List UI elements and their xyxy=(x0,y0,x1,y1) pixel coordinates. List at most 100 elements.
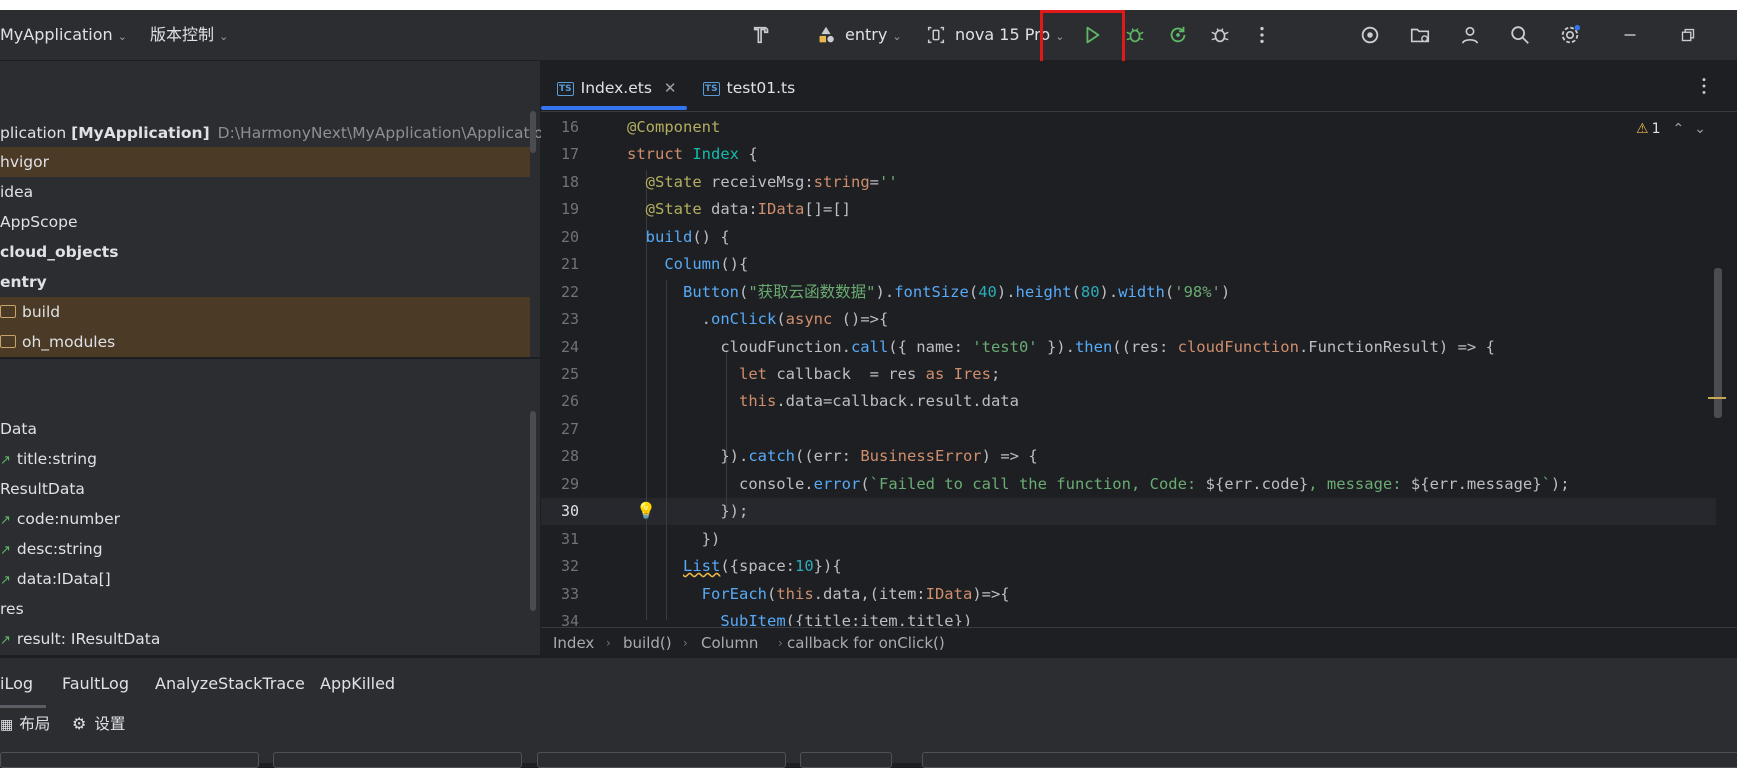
settings-button[interactable]: ⚙ 设置 xyxy=(72,708,125,740)
filter-field[interactable] xyxy=(273,752,522,768)
line-number: 22 xyxy=(560,283,579,301)
code-line-28: }).catch((err: BusinessError) => { xyxy=(627,447,1038,465)
structure-item-label: Data xyxy=(0,420,38,438)
editor-tabs: TS Index.ets ✕ TS test01.ts xyxy=(541,61,1737,112)
structure-item[interactable]: Data xyxy=(0,414,530,444)
more-vertical-icon[interactable] xyxy=(1692,74,1716,98)
hammer-icon[interactable] xyxy=(750,23,774,47)
structure-item[interactable]: res xyxy=(0,594,530,624)
structure-item[interactable]: ↗ data:IData[] xyxy=(0,564,530,594)
tree-item-idea[interactable]: idea xyxy=(0,177,530,207)
breadcrumb-separator-icon: › xyxy=(606,636,611,650)
attach-debugger-icon[interactable] xyxy=(1208,23,1232,47)
tab-index-ets[interactable]: TS Index.ets ✕ xyxy=(557,61,677,111)
tab-label: test01.ts xyxy=(726,79,796,97)
line-number-gutter: 16 17 18 19 20 21 22 23 24 25 26 27 28 2… xyxy=(541,112,611,630)
structure-scrollbar[interactable] xyxy=(530,411,536,611)
filter-field[interactable] xyxy=(0,752,259,768)
tab-analyze-stack-trace[interactable]: AnalyzeStackTrace xyxy=(155,666,305,702)
chevron-down-icon: ⌄ xyxy=(219,30,229,43)
filter-field[interactable] xyxy=(537,752,786,768)
close-icon[interactable]: ✕ xyxy=(664,79,677,97)
tree-item-entry[interactable]: entry xyxy=(0,267,530,297)
structure-item[interactable]: ↗ result: IResultData xyxy=(0,624,530,654)
code-line-32: List({space:10}){ xyxy=(683,557,842,575)
field-link-icon: ↗ xyxy=(0,633,11,648)
tab-test01-ts[interactable]: TS test01.ts xyxy=(703,61,795,111)
breadcrumb-item[interactable]: build() xyxy=(623,628,672,658)
minimize-icon[interactable] xyxy=(1618,23,1642,47)
vcs-menu[interactable]: 版本控制 ⌄ xyxy=(150,10,228,60)
module-selector[interactable]: entry ⌄ xyxy=(845,10,902,60)
layout-button[interactable]: ▦ 布局 xyxy=(0,708,50,740)
tree-item-cloud-objects[interactable]: cloud_objects xyxy=(0,237,530,267)
code-line-21: Column(){ xyxy=(664,255,749,273)
more-vertical-icon[interactable] xyxy=(1250,23,1274,47)
active-tab-indicator xyxy=(541,106,687,110)
breadcrumb-item[interactable]: callback for onClick() xyxy=(787,628,945,658)
tab-faultlog[interactable]: FaultLog xyxy=(62,666,129,702)
structure-item[interactable]: ResultData xyxy=(0,474,530,504)
project-folder-icon[interactable] xyxy=(1408,23,1432,47)
panel-divider[interactable] xyxy=(0,357,540,359)
chevron-up-icon[interactable]: ⌃ xyxy=(1672,121,1684,137)
layout-label: 布局 xyxy=(19,715,51,733)
tab-hilog[interactable]: iLog xyxy=(0,666,33,702)
structure-item[interactable]: ↗ title:string xyxy=(0,444,530,474)
line-number: 26 xyxy=(560,392,579,410)
tree-item-appscope[interactable]: AppScope xyxy=(0,207,530,237)
line-number: 16 xyxy=(560,118,579,136)
code-line-24: cloudFunction.call({ name: 'test0' }).th… xyxy=(627,338,1495,356)
settings-gear-icon[interactable] xyxy=(1558,23,1582,47)
tree-item-build[interactable]: build xyxy=(0,297,530,327)
line-number: 24 xyxy=(560,338,579,356)
editor-scrollbar[interactable] xyxy=(1714,268,1722,418)
tab-app-killed[interactable]: AppKilled xyxy=(320,666,395,702)
run-icon[interactable] xyxy=(1080,23,1104,47)
breadcrumb-separator-icon: › xyxy=(778,636,783,650)
chevron-down-icon[interactable]: ⌄ xyxy=(1694,121,1706,137)
device-manager-icon[interactable] xyxy=(1358,23,1382,47)
breadcrumb: Index › build() › Column › callback for … xyxy=(541,627,1737,658)
folder-icon xyxy=(0,305,16,318)
chevron-down-icon: ⌄ xyxy=(117,30,127,43)
grid-icon: ▦ xyxy=(0,717,14,733)
project-name-menu[interactable]: MyApplication ⌄ xyxy=(0,10,127,60)
code-line-23: .onClick(async ()=>{ xyxy=(627,310,889,328)
structure-item-label: result: IResultData xyxy=(16,630,161,648)
code-line-31: }) xyxy=(627,530,721,548)
gear-icon: ⚙ xyxy=(72,714,87,733)
module-label: entry xyxy=(845,25,888,44)
tree-item-label: cloud_objects xyxy=(0,243,119,261)
folder-icon xyxy=(0,335,16,348)
filter-field[interactable] xyxy=(800,752,892,768)
tree-root[interactable]: plication [MyApplication] D:\HarmonyNext\… xyxy=(0,118,553,148)
tree-item-oh-modules[interactable]: oh_modules xyxy=(0,327,530,357)
line-number: 28 xyxy=(560,447,579,465)
code-line-17: struct Index { xyxy=(627,145,758,163)
apply-changes-icon[interactable] xyxy=(1166,23,1190,47)
code-line-33: ForEach(this.data,(item:IData)=>{ xyxy=(701,585,1010,603)
restore-window-icon[interactable] xyxy=(1676,23,1700,47)
line-number: 29 xyxy=(560,475,579,493)
structure-item[interactable]: ↗ code:number xyxy=(0,504,530,534)
tree-root-name: [MyApplication] xyxy=(71,124,210,142)
warning-marker[interactable] xyxy=(1708,397,1726,399)
tree-item-label: AppScope xyxy=(0,213,78,231)
log-search-field[interactable] xyxy=(922,752,1737,768)
tree-item-hvigor[interactable]: hvigor xyxy=(0,147,530,177)
line-number: 21 xyxy=(560,255,579,273)
search-icon[interactable] xyxy=(1508,23,1532,47)
tab-label: Index.ets xyxy=(580,79,652,97)
structure-item-label: title:string xyxy=(16,450,97,468)
lightbulb-icon[interactable]: 💡 xyxy=(636,501,656,520)
breadcrumb-item[interactable]: Index xyxy=(553,628,594,658)
breadcrumb-item[interactable]: Column xyxy=(701,628,758,658)
project-scrollbar[interactable] xyxy=(530,111,536,153)
inspection-widget[interactable]: ⚠ 1 ⌃ ⌄ xyxy=(1636,118,1706,140)
structure-item[interactable]: ↗ desc:string xyxy=(0,534,530,564)
line-number: 23 xyxy=(560,310,579,328)
account-icon[interactable] xyxy=(1458,23,1482,47)
debug-icon[interactable] xyxy=(1123,23,1147,47)
code-line-34: SubItem({title:item.title}) xyxy=(720,612,973,626)
